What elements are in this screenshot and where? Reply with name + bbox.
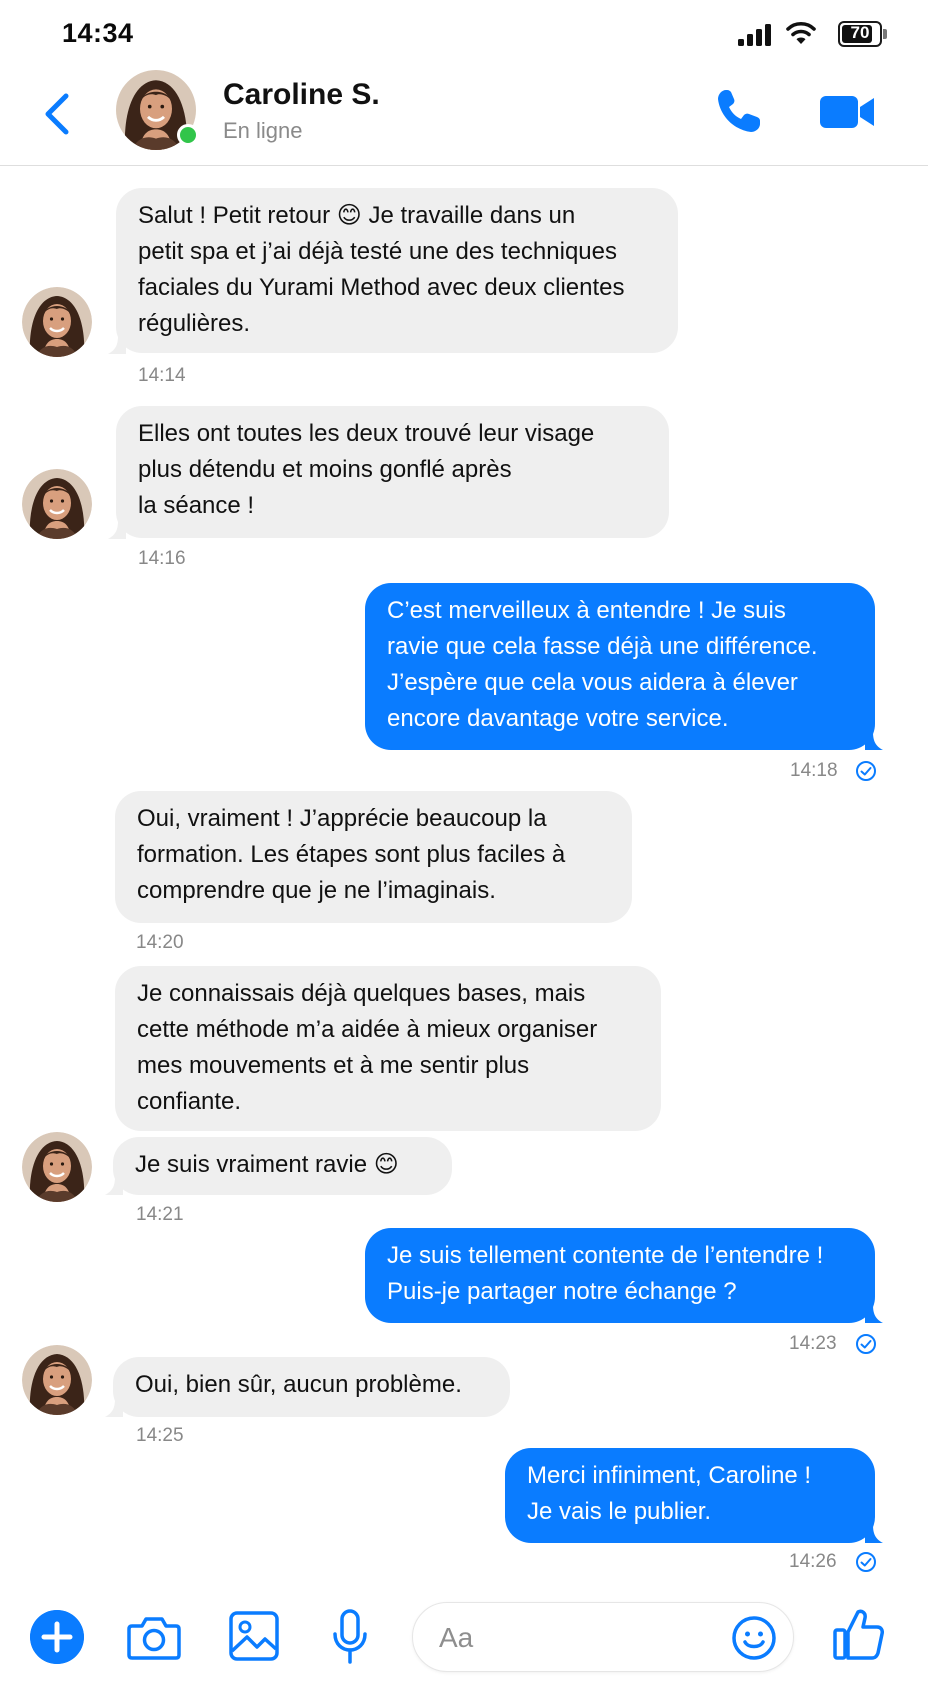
sender-avatar[interactable] — [22, 287, 92, 357]
cellular-signal-icon — [738, 24, 771, 46]
sender-avatar[interactable] — [22, 1132, 92, 1202]
message-composer — [0, 1590, 928, 1695]
wifi-icon — [786, 21, 816, 44]
message-bubble-incoming[interactable]: Je suis vraiment ravie 😊 — [113, 1137, 452, 1195]
bubble-tail — [865, 1525, 883, 1543]
microphone-icon[interactable] — [330, 1608, 370, 1666]
message-time: 14:26 — [789, 1551, 837, 1572]
message-time: 14:21 — [136, 1204, 184, 1225]
message-bubble-outgoing[interactable]: Je suis tellement contente de l’entendre… — [365, 1228, 875, 1323]
smiley-icon[interactable] — [731, 1615, 777, 1661]
chat-header: Caroline S. En ligne — [0, 66, 928, 166]
read-receipt-icon — [856, 761, 876, 781]
bubble-tail — [865, 1305, 883, 1323]
bubble-tail — [105, 1399, 123, 1417]
bubble-tail — [108, 521, 126, 539]
video-camera-icon[interactable] — [818, 88, 878, 136]
battery-indicator: 70 — [838, 21, 888, 47]
contact-name[interactable]: Caroline S. — [223, 78, 380, 112]
image-icon[interactable] — [228, 1610, 280, 1662]
message-bubble-incoming[interactable]: Elles ont toutes les deux trouvé leur vi… — [116, 406, 669, 538]
message-input[interactable] — [439, 1615, 699, 1661]
back-chevron-icon[interactable] — [34, 84, 80, 144]
message-time: 14:18 — [790, 760, 838, 781]
message-time: 14:23 — [789, 1333, 837, 1354]
message-time: 14:20 — [136, 932, 184, 953]
online-indicator — [177, 124, 199, 146]
message-time: 14:25 — [136, 1425, 184, 1446]
read-receipt-icon — [856, 1552, 876, 1572]
bubble-tail — [108, 336, 126, 354]
bubble-tail — [105, 1177, 123, 1195]
status-time: 14:34 — [62, 18, 134, 48]
read-receipt-icon — [856, 1334, 876, 1354]
plus-icon[interactable] — [30, 1610, 84, 1664]
sender-avatar[interactable] — [22, 1345, 92, 1415]
camera-icon[interactable] — [126, 1612, 182, 1662]
message-bubble-outgoing[interactable]: C’est merveilleux à entendre ! Je suis r… — [365, 583, 875, 750]
phone-icon[interactable] — [712, 86, 764, 138]
sender-avatar[interactable] — [22, 469, 92, 539]
message-time: 14:14 — [138, 365, 186, 386]
message-bubble-incoming[interactable]: Je connaissais déjà quelques bases, mais… — [115, 966, 661, 1131]
message-bubble-incoming[interactable]: Oui, vraiment ! J’apprécie beaucoup la f… — [115, 791, 632, 923]
contact-status: En ligne — [223, 118, 303, 143]
message-bubble-outgoing[interactable]: Merci infiniment, Caroline ! Je vais le … — [505, 1448, 875, 1543]
battery-level: 70 — [850, 23, 870, 42]
message-bubble-incoming[interactable]: Salut ! Petit retour 😊 Je travaille dans… — [116, 188, 678, 353]
status-bar: 14:34 70 — [0, 0, 928, 66]
bubble-tail — [865, 732, 883, 750]
message-time: 14:16 — [138, 548, 186, 569]
thumbs-up-icon[interactable] — [832, 1606, 884, 1662]
message-input-field[interactable] — [412, 1602, 794, 1672]
message-bubble-incoming[interactable]: Oui, bien sûr, aucun problème. — [113, 1357, 510, 1417]
